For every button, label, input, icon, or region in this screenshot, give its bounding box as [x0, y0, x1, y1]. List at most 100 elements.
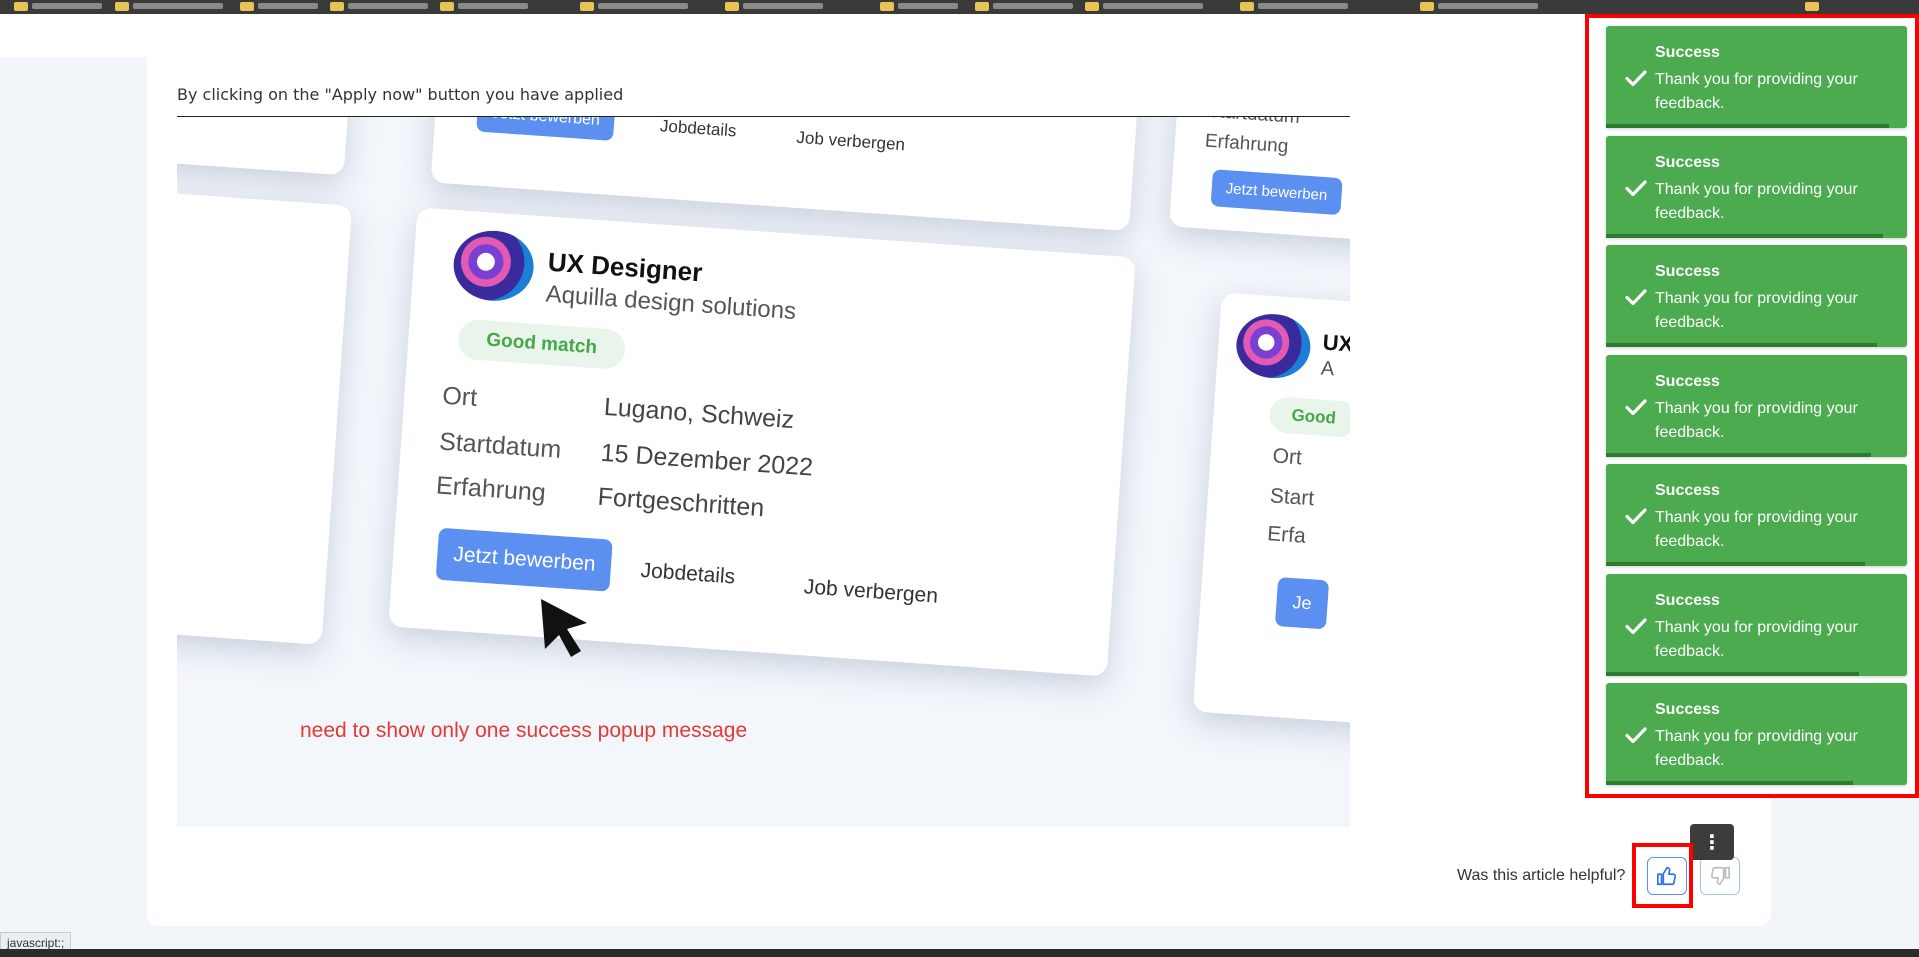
toast-progress-bar [1606, 453, 1871, 457]
field-label: Ort [1271, 444, 1303, 470]
bookmark-item[interactable] [32, 3, 102, 9]
bookmark-folder-icon[interactable] [240, 2, 254, 11]
bookmark-folder-icon[interactable] [440, 2, 454, 11]
field-value: Lugano, Schweiz [603, 392, 795, 435]
thumbs-down-icon [1710, 866, 1730, 886]
toast-message: Thank you for providing your feedback. [1655, 290, 1858, 331]
field-value: 15 Dezember 2022 [599, 438, 814, 482]
job-card-background [177, 189, 353, 645]
apply-button: Jetzt bewerben [1210, 169, 1343, 216]
article-intro-text: By clicking on the "Apply now" button yo… [177, 85, 624, 104]
checkmark-icon [1625, 289, 1647, 306]
company-name: Aquilla design solutions [544, 280, 797, 326]
bookmark-item[interactable] [743, 3, 823, 9]
hide-job-link: Job verbergen [795, 127, 906, 155]
field-label: Startdatum [1206, 117, 1300, 129]
job-card-top: Jetzt bewerben Jobdetails Job verbergen [430, 117, 1144, 232]
mouse-cursor-icon [541, 599, 587, 657]
browser-bookmarks-bar [0, 0, 1919, 14]
toast-title: Success [1655, 482, 1720, 499]
annotation-highlight-like [1632, 843, 1693, 908]
field-label: Start [1269, 484, 1315, 511]
checkmark-icon [1625, 727, 1647, 744]
success-toast[interactable]: Success Thank you for providing your feed… [1606, 574, 1907, 676]
toast-message: Thank you for providing your feedback. [1655, 728, 1858, 769]
job-card-right-top: Startdatum Erfahrung Jetzt bewerben [1168, 117, 1350, 248]
hide-job-link: Job verbergen [803, 575, 939, 608]
company-name: A [1320, 357, 1336, 381]
bookmark-folder-icon[interactable] [725, 2, 739, 11]
field-label: Erfa [1266, 522, 1307, 548]
apply-button: Je [1274, 577, 1330, 630]
field-label: Startdatum [438, 427, 563, 464]
toast-title: Success [1655, 373, 1720, 390]
bookmark-folder-icon[interactable] [1240, 2, 1254, 11]
success-toast[interactable]: Success Thank you for providing your feed… [1606, 136, 1907, 238]
field-label: Ort [441, 381, 479, 412]
bookmark-item[interactable] [993, 3, 1073, 9]
toast-progress-bar [1606, 672, 1859, 676]
article-screenshot-figure: Jetzt bewerben Jobdetails Job verbergen … [177, 117, 1350, 827]
field-label: Erfahrung [435, 471, 547, 508]
toast-message: Thank you for providing your feedback. [1655, 400, 1858, 441]
bookmark-folder-icon[interactable] [14, 2, 28, 11]
bookmark-folder-icon[interactable] [1420, 2, 1434, 11]
helpful-question: Was this article helpful? [1457, 867, 1626, 884]
job-card-background [177, 117, 350, 176]
bookmark-item[interactable] [458, 3, 528, 9]
toast-progress-bar [1606, 562, 1865, 566]
bookmark-folder-icon[interactable] [330, 2, 344, 11]
bookmark-item[interactable] [598, 3, 688, 9]
more-vertical-icon: ⋮ [1702, 831, 1722, 854]
bookmark-item[interactable] [258, 3, 318, 9]
bookmark-folder-icon[interactable] [115, 2, 129, 11]
success-toast[interactable]: Success Thank you for providing your feed… [1606, 355, 1907, 457]
toast-message: Thank you for providing your feedback. [1655, 509, 1858, 550]
page-header-strip [0, 14, 147, 57]
toast-message: Thank you for providing your feedback. [1655, 71, 1858, 112]
bookmark-item[interactable] [1438, 3, 1538, 9]
bookmark-folder-icon[interactable] [975, 2, 989, 11]
taskbar [0, 949, 1919, 957]
field-value: Fortgeschritten [596, 482, 766, 523]
bookmark-item[interactable] [1103, 3, 1203, 9]
bookmark-folder-icon[interactable] [580, 2, 594, 11]
match-badge: Good [1268, 396, 1350, 439]
success-toast[interactable]: Success Thank you for providing your feed… [1606, 464, 1907, 566]
toast-title: Success [1655, 592, 1720, 609]
toast-title: Success [1655, 44, 1720, 61]
toast-progress-bar [1606, 781, 1853, 785]
bookmark-item[interactable] [348, 3, 428, 9]
toast-title: Success [1655, 154, 1720, 171]
bookmark-folder-icon[interactable] [880, 2, 894, 11]
job-details-link: Jobdetails [659, 117, 738, 141]
toast-message: Thank you for providing your feedback. [1655, 181, 1858, 222]
checkmark-icon [1625, 508, 1647, 525]
bookmark-folder-icon[interactable] [1085, 2, 1099, 11]
checkmark-icon [1625, 399, 1647, 416]
bookmark-item[interactable] [1258, 3, 1348, 9]
bookmark-item[interactable] [898, 3, 958, 9]
bookmark-item[interactable] [133, 3, 223, 9]
match-badge: Good match [457, 318, 627, 371]
toast-progress-bar [1606, 343, 1877, 347]
annotation-note: need to show only one success popup mess… [300, 719, 748, 742]
checkmark-icon [1625, 618, 1647, 635]
company-logo-icon [451, 228, 536, 304]
apply-button: Jetzt bewerben [435, 527, 614, 592]
toast-title: Success [1655, 701, 1720, 718]
job-card-main: UX Designer Aquilla design solutions Goo… [388, 207, 1136, 677]
bookmark-folder-icon[interactable] [1805, 2, 1819, 11]
job-details-link: Jobdetails [639, 558, 736, 589]
success-toast[interactable]: Success Thank you for providing your feed… [1606, 683, 1907, 785]
more-options-button[interactable]: ⋮ [1690, 824, 1734, 860]
job-title: UX [1321, 329, 1350, 357]
success-toast[interactable]: Success Thank you for providing your feed… [1606, 26, 1907, 128]
success-toast[interactable]: Success Thank you for providing your feed… [1606, 245, 1907, 347]
thumbs-down-button[interactable] [1700, 857, 1740, 895]
toast-progress-bar [1606, 124, 1889, 128]
field-label: Erfahrung [1204, 130, 1290, 158]
toast-message: Thank you for providing your feedback. [1655, 619, 1858, 660]
toast-progress-bar [1606, 234, 1883, 238]
company-logo-icon [1234, 311, 1313, 381]
